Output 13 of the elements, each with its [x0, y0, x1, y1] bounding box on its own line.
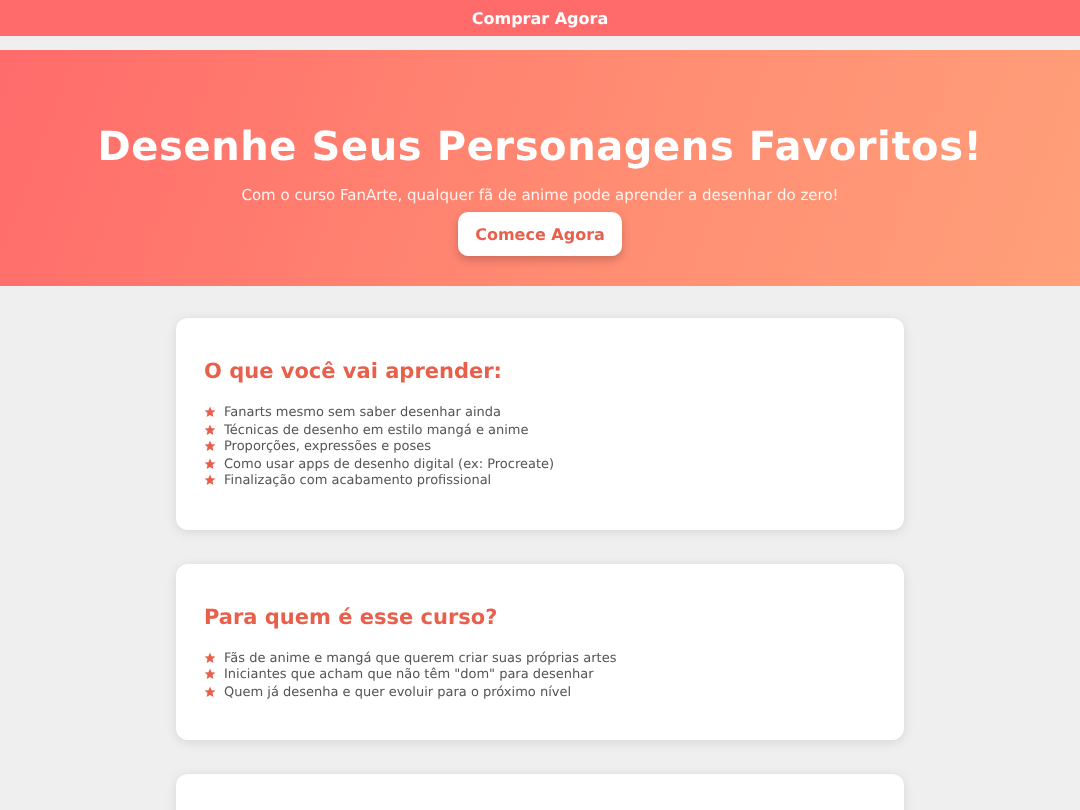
buy-link[interactable]: Comprar Agora [471, 9, 609, 27]
section-heading: Para quem é esse curso? [204, 605, 500, 629]
star-icon [204, 651, 216, 664]
star-icon [204, 457, 216, 470]
star-icon [204, 406, 216, 419]
star-icon [204, 423, 216, 436]
section-heading: O que você vai aprender: [204, 360, 504, 384]
star-icon [204, 474, 216, 487]
star-icon [204, 440, 216, 453]
star-icon [204, 668, 216, 681]
start-button[interactable]: Comece Agora [458, 212, 622, 256]
hero-title: Desenhe Seus Personagens Favoritos! [97, 122, 983, 170]
star-icon [204, 685, 216, 698]
